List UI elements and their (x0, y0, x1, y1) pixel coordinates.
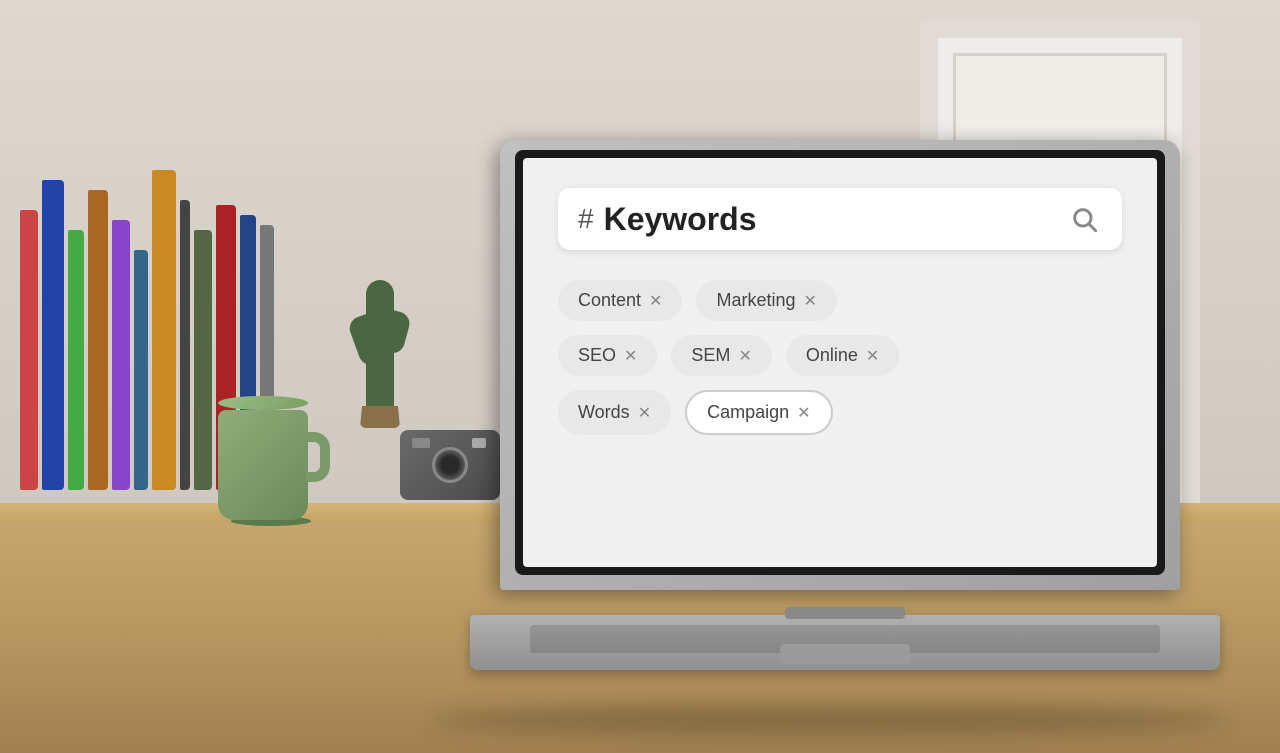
tag-label: SEO (578, 345, 616, 366)
tag-label: Campaign (707, 402, 789, 423)
mug-body (218, 410, 308, 520)
tag-close-icon[interactable]: ✕ (624, 346, 637, 366)
tag-words[interactable]: Words ✕ (558, 390, 671, 435)
laptop-screen-content: # Keywords (523, 158, 1157, 567)
book (68, 230, 84, 490)
book (194, 230, 212, 490)
laptop-touchpad (780, 644, 910, 664)
laptop-screen-bezel: # Keywords (515, 150, 1165, 575)
book (42, 180, 64, 490)
tag-close-icon[interactable]: ✕ (738, 346, 751, 366)
tag-label: SEM (691, 345, 730, 366)
book (20, 210, 38, 490)
search-bar[interactable]: # Keywords (558, 188, 1122, 250)
books-shelf (20, 110, 380, 490)
camera-viewfinder (412, 438, 430, 448)
laptop: # Keywords (470, 140, 1220, 700)
search-icon-container[interactable] (1066, 201, 1102, 237)
search-icon (1070, 205, 1098, 233)
laptop-base (470, 615, 1220, 670)
scene: # Keywords (0, 0, 1280, 753)
search-hash-symbol: # (578, 203, 594, 235)
tags-row-2: SEO ✕ SEM ✕ Online ✕ (558, 335, 1122, 376)
tags-row-3: Words ✕ Campaign ✕ (558, 390, 1122, 435)
mug-top (218, 396, 308, 410)
tag-marketing[interactable]: Marketing ✕ (696, 280, 836, 321)
tags-area: Content ✕ Marketing ✕ SEO (558, 280, 1122, 435)
tag-close-icon[interactable]: ✕ (803, 291, 816, 311)
mug-handle (306, 432, 330, 482)
book (88, 190, 108, 490)
book (134, 250, 148, 490)
tag-sem[interactable]: SEM ✕ (671, 335, 771, 376)
cactus-body (366, 280, 394, 420)
coffee-mug (218, 400, 323, 540)
laptop-screen-outer: # Keywords (500, 140, 1180, 590)
tag-label: Words (578, 402, 630, 423)
book (112, 220, 130, 490)
tag-seo[interactable]: SEO ✕ (558, 335, 657, 376)
search-input-display[interactable]: Keywords (604, 201, 1066, 238)
cactus-pot (360, 406, 400, 428)
tag-close-icon[interactable]: ✕ (797, 403, 810, 423)
book (180, 200, 190, 490)
tag-content[interactable]: Content ✕ (558, 280, 682, 321)
tag-label: Marketing (716, 290, 795, 311)
cactus-plant (350, 220, 410, 420)
tag-close-icon[interactable]: ✕ (866, 346, 879, 366)
tag-close-icon[interactable]: ✕ (638, 403, 651, 423)
tags-row-1: Content ✕ Marketing ✕ (558, 280, 1122, 321)
laptop-shadow (430, 705, 1230, 735)
tag-label: Online (806, 345, 858, 366)
tag-campaign[interactable]: Campaign ✕ (685, 390, 832, 435)
book (152, 170, 176, 490)
tag-close-icon[interactable]: ✕ (649, 291, 662, 311)
tag-online[interactable]: Online ✕ (786, 335, 899, 376)
camera-lens (432, 447, 468, 483)
laptop-hinge (785, 607, 905, 619)
tag-label: Content (578, 290, 641, 311)
